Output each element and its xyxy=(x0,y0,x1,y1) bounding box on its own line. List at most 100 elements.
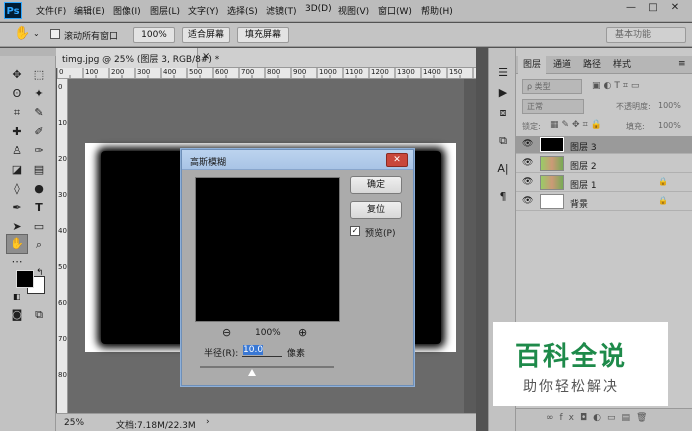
menu-type[interactable]: 文字(Y) xyxy=(188,4,219,17)
history-panel-icon[interactable]: ☰ xyxy=(494,64,512,82)
toolbar-grip[interactable] xyxy=(0,48,56,56)
preview-checkbox[interactable]: ✓ xyxy=(350,226,360,236)
layer-row[interactable]: 👁 背景 🔒 xyxy=(516,193,692,211)
layer-thumbnail xyxy=(540,137,564,152)
layer-row[interactable]: 👁 图层 2 xyxy=(516,155,692,173)
brush-tool-icon[interactable]: ✐ xyxy=(30,123,48,141)
menu-help[interactable]: 帮助(H) xyxy=(421,4,453,17)
properties-panel-icon[interactable]: ⧈ xyxy=(494,104,512,122)
tab-paths[interactable]: 路径 xyxy=(578,56,606,74)
eyedropper-tool-icon[interactable]: ✎ xyxy=(30,104,48,122)
menu-layer[interactable]: 图层(L) xyxy=(150,4,180,17)
gradient-tool-icon[interactable]: ▤ xyxy=(30,161,48,179)
shape-tool-icon[interactable]: ▭ xyxy=(30,218,48,236)
kind-filter-select[interactable]: ρ 类型 xyxy=(522,79,582,94)
ok-button[interactable]: 确定 xyxy=(350,176,402,194)
opacity-value[interactable]: 100% xyxy=(658,101,681,110)
lasso-tool-icon[interactable]: ʘ xyxy=(8,85,26,103)
layer-action-icons[interactable]: ∞fx◘◐▭▤🗑 xyxy=(546,413,653,423)
menu-select[interactable]: 选择(S) xyxy=(227,4,258,17)
document-info: 文档:7.18M/22.3M xyxy=(116,421,196,431)
menu-3d[interactable]: 3D(D) xyxy=(305,4,332,14)
radius-slider-track[interactable] xyxy=(200,366,334,368)
lock-icon: 🔒 xyxy=(658,196,668,205)
layer-row[interactable]: 👁 图层 1 🔒 xyxy=(516,174,692,192)
pen-tool-icon[interactable]: ✒ xyxy=(8,199,26,217)
ruler-v-label: 800 xyxy=(58,371,67,379)
more-tools-icon[interactable]: ⋯ xyxy=(8,253,26,271)
menu-file[interactable]: 文件(F) xyxy=(36,4,66,17)
history-brush-tool-icon[interactable]: ✑ xyxy=(30,142,48,160)
layer-row[interactable]: 👁 图层 3 xyxy=(516,136,692,154)
menu-view[interactable]: 视图(V) xyxy=(338,4,369,17)
tab-channels[interactable]: 通道 xyxy=(548,56,576,74)
tab-layers[interactable]: 图层 xyxy=(518,56,546,74)
fill-value[interactable]: 100% xyxy=(658,121,681,130)
scroll-all-label: 滚动所有窗口 xyxy=(64,32,119,42)
radius-input[interactable]: 10.0 xyxy=(242,344,282,357)
ruler-v-label: 600 xyxy=(58,299,67,307)
zoom-100-button[interactable]: 100% xyxy=(133,27,175,43)
dodge-tool-icon[interactable]: ● xyxy=(30,180,48,198)
hand-tool-button[interactable]: ✋ xyxy=(6,234,28,254)
radius-slider-handle[interactable] xyxy=(248,369,256,376)
screen-mode-icon[interactable]: ⧉ xyxy=(30,306,48,324)
lock-icons[interactable]: ▦✎✥⌗🔒 xyxy=(550,120,605,130)
paragraph-panel-icon[interactable]: ¶ xyxy=(494,188,512,206)
eye-icon[interactable]: 👁 xyxy=(522,139,533,149)
document-tab[interactable]: timg.jpg @ 25% (图层 3, RGB/8#) * × xyxy=(56,48,219,68)
zoom-in-icon[interactable]: ⊕ xyxy=(298,326,307,339)
brush-presets-icon[interactable]: ⧉ xyxy=(494,132,512,150)
layers-footer: ∞fx◘◐▭▤🗑 xyxy=(516,408,692,431)
filter-icons[interactable]: ▣◐T⌗▭ xyxy=(592,81,642,91)
default-colors-icon[interactable]: ◧ xyxy=(13,292,21,301)
preview-window[interactable] xyxy=(195,177,340,322)
menu-window[interactable]: 窗口(W) xyxy=(378,4,412,17)
menu-filter[interactable]: 滤镜(T) xyxy=(266,4,297,17)
swap-colors-icon[interactable]: ↰ xyxy=(36,268,44,278)
tools-panel: ✥ ⬚ ʘ ✦ ⌗ ✎ ✚ ✐ ♙ ✑ ◪ ▤ ◊ ● ✒ T ➤ ▭ ✋ ⌕ … xyxy=(0,48,56,431)
blend-mode-select[interactable]: 正常 xyxy=(522,99,584,114)
ruler-h-label: 300 xyxy=(137,68,151,76)
layer-name: 背景 xyxy=(570,200,589,210)
move-tool-icon[interactable]: ✥ xyxy=(8,66,26,84)
status-arrow-icon[interactable]: › xyxy=(206,417,210,427)
foreground-color-swatch[interactable] xyxy=(16,270,34,288)
clone-stamp-tool-icon[interactable]: ♙ xyxy=(8,142,26,160)
vertical-scrollbar[interactable] xyxy=(464,79,476,413)
crop-tool-icon[interactable]: ⌗ xyxy=(8,104,26,122)
workspace-select[interactable]: 基本功能 xyxy=(606,27,686,43)
marquee-tool-icon[interactable]: ⬚ xyxy=(30,66,48,84)
eye-icon[interactable]: 👁 xyxy=(522,158,533,168)
minimize-button[interactable]: — xyxy=(620,2,642,16)
fit-screen-button[interactable]: 适合屏幕 xyxy=(182,27,230,43)
zoom-level[interactable]: 25% xyxy=(64,418,84,428)
quick-mask-icon[interactable]: ◙ xyxy=(8,306,26,324)
eye-icon[interactable]: 👁 xyxy=(522,177,533,187)
healing-brush-tool-icon[interactable]: ✚ xyxy=(8,123,26,141)
restore-button[interactable]: □ xyxy=(642,2,664,16)
eye-icon[interactable]: 👁 xyxy=(522,196,533,206)
scroll-all-checkbox[interactable] xyxy=(50,29,60,39)
ruler-h-label: 200 xyxy=(111,68,125,76)
text-tool-icon[interactable]: T xyxy=(30,199,48,217)
character-panel-icon[interactable]: A| xyxy=(494,160,512,178)
blur-tool-icon[interactable]: ◊ xyxy=(8,180,26,198)
dialog-close-button[interactable]: ✕ xyxy=(386,153,408,167)
actions-play-icon[interactable]: ▶ xyxy=(494,84,512,102)
menu-edit[interactable]: 编辑(E) xyxy=(74,4,105,17)
fill-label: 填充: xyxy=(626,122,645,131)
zoom-tool-icon[interactable]: ⌕ xyxy=(30,236,48,254)
zoom-out-icon[interactable]: ⊖ xyxy=(222,326,231,339)
panel-menu-icon[interactable]: ≡ xyxy=(678,59,686,69)
close-tab-icon[interactable]: × xyxy=(202,51,210,62)
eraser-tool-icon[interactable]: ◪ xyxy=(8,161,26,179)
tab-styles[interactable]: 样式 xyxy=(608,56,636,74)
chevron-down-icon[interactable]: ⌄ xyxy=(33,29,40,38)
magic-wand-tool-icon[interactable]: ✦ xyxy=(30,85,48,103)
close-window-button[interactable]: ✕ xyxy=(664,2,686,16)
fill-screen-button[interactable]: 填充屏幕 xyxy=(237,27,289,43)
menu-image[interactable]: 图像(I) xyxy=(113,4,141,17)
reset-button[interactable]: 复位 xyxy=(350,201,402,219)
dialog-title-bar[interactable]: 高斯模糊 ✕ xyxy=(182,150,413,170)
